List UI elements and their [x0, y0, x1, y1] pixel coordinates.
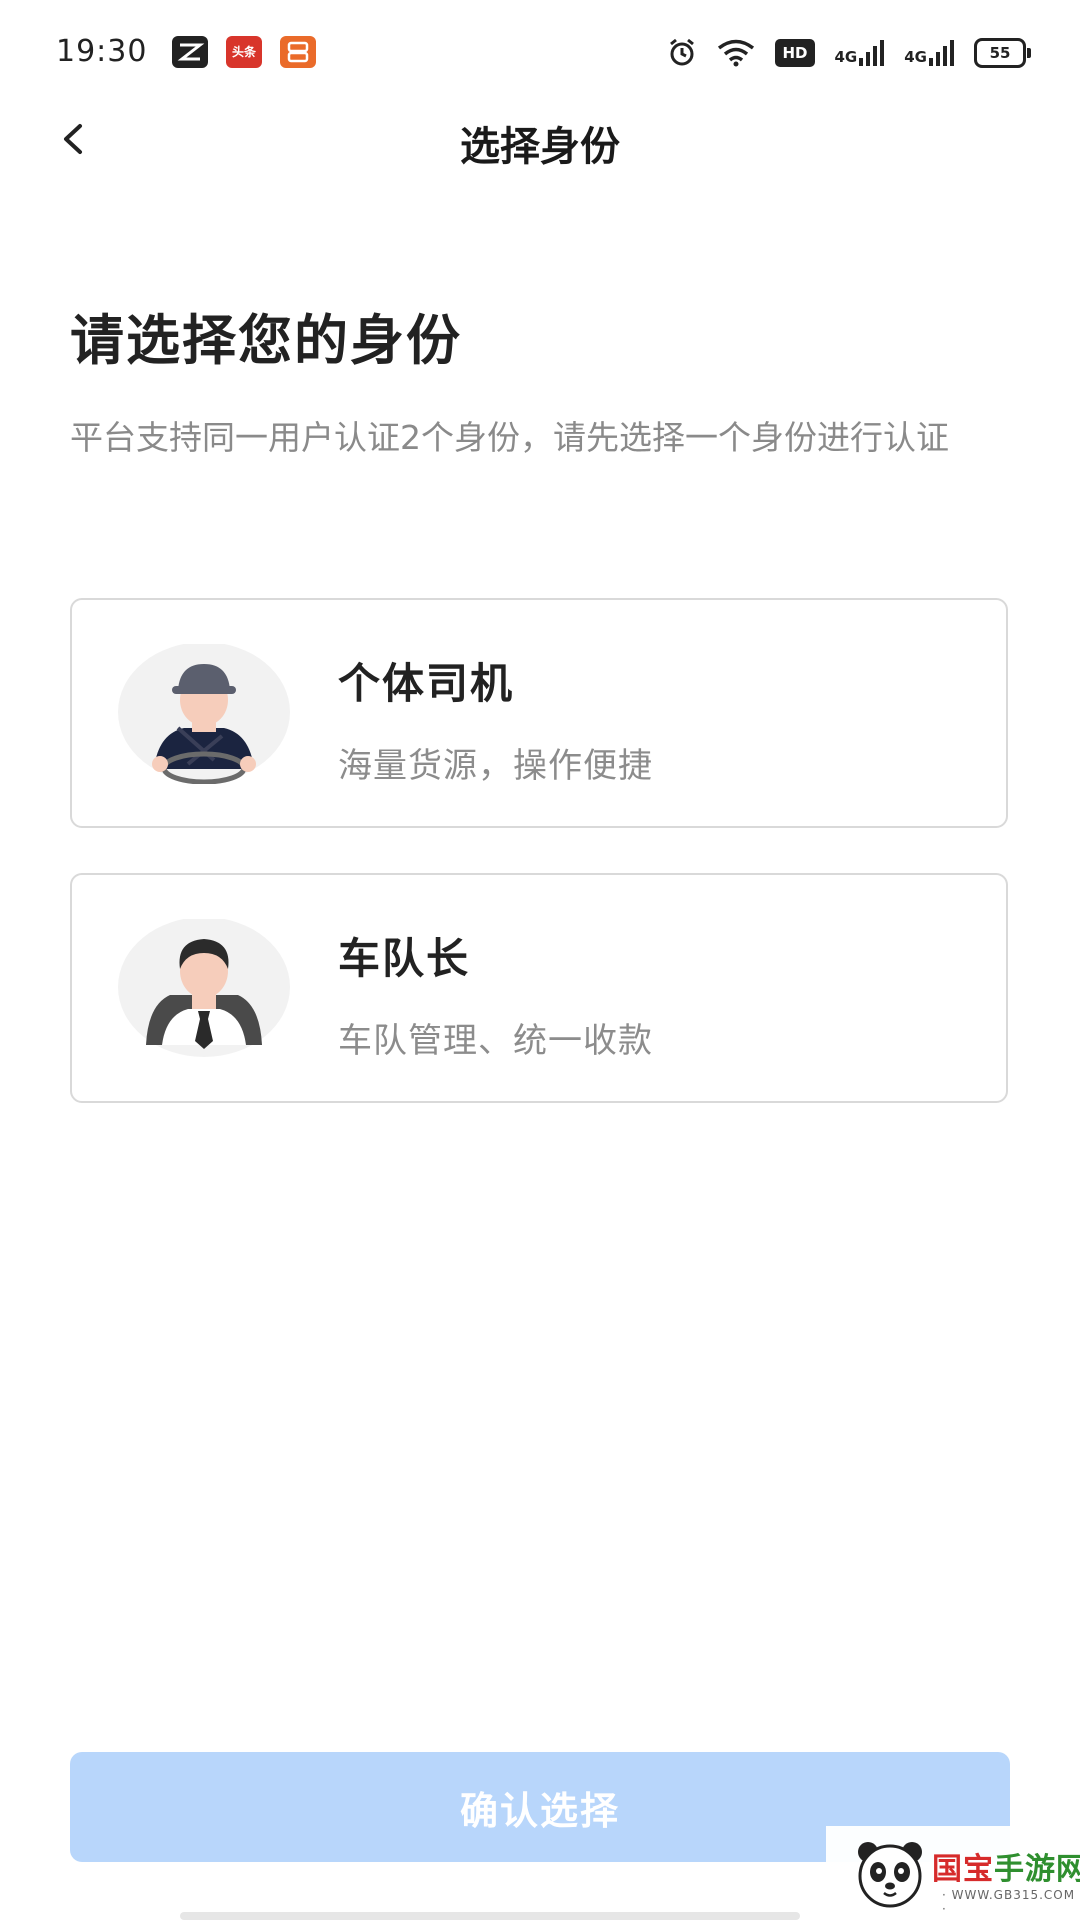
capcut-app-icon	[172, 36, 208, 68]
battery-icon: 55	[974, 38, 1031, 68]
identity-option-driver[interactable]: 个体司机 海量货源，操作便捷	[70, 598, 1008, 828]
taobao-app-icon	[280, 36, 316, 68]
nav-bar: 选择身份	[0, 100, 1080, 180]
option-subtitle: 车队管理、统一收款	[338, 1021, 653, 1061]
watermark-brand: 国宝手游网	[932, 1852, 1080, 1887]
fleet-leader-avatar-icon	[118, 919, 290, 1057]
option-title: 个体司机	[338, 659, 515, 708]
option-title: 车队长	[338, 934, 471, 983]
option-subtitle: 海量货源，操作便捷	[338, 746, 653, 786]
status-icons: HD 4G 4G 55	[667, 36, 1031, 70]
page-title: 选择身份	[460, 124, 620, 170]
hd-icon: HD	[775, 39, 815, 67]
toutiao-app-icon: 头条	[226, 36, 262, 68]
section-description: 平台支持同一用户认证2个身份，请先选择一个身份进行认证	[70, 418, 949, 457]
identity-option-fleet-leader[interactable]: 车队长 车队管理、统一收款	[70, 873, 1008, 1103]
wifi-icon	[718, 39, 755, 67]
status-bar: 19:30 头条 HD 4G 4G 55	[0, 0, 1080, 100]
section-heading: 请选择您的身份	[70, 309, 462, 372]
home-indicator	[180, 1912, 800, 1920]
watermark-url: · WWW.GB315.COM ·	[942, 1888, 1076, 1916]
status-time: 19:30	[56, 34, 148, 69]
signal-icon-1: 4G	[835, 40, 885, 66]
alarm-icon	[670, 38, 695, 66]
panda-logo-icon	[858, 1842, 922, 1908]
signal-icon-2: 4G	[904, 40, 954, 66]
watermark: 国宝手游网 · WWW.GB315.COM ·	[826, 1826, 1080, 1920]
driver-avatar-icon	[118, 644, 290, 784]
